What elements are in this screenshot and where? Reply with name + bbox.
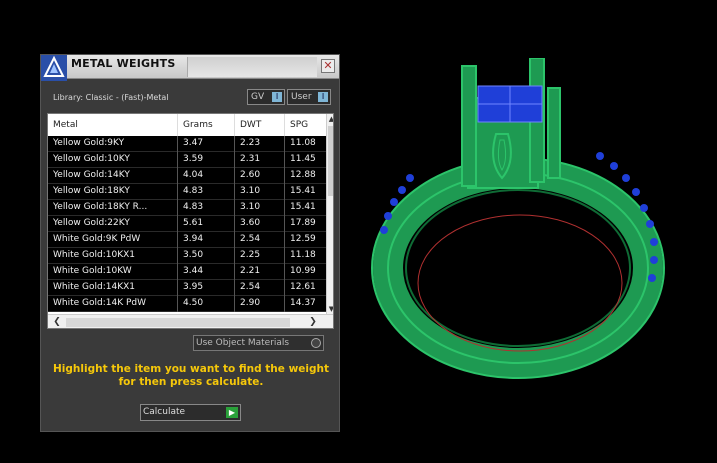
cell-dwt: 2.54 bbox=[235, 280, 285, 296]
cell-metal: White Gold:14KX1 bbox=[48, 280, 178, 296]
close-icon[interactable]: ✕ bbox=[321, 59, 335, 73]
table-row[interactable]: Yellow Gold:10KY 3.59 2.31 11.45 bbox=[48, 152, 333, 168]
cell-grams: 4.83 bbox=[178, 184, 235, 200]
cell-dwt: 2.54 bbox=[235, 232, 285, 248]
cell-metal: Yellow Gold:10KY bbox=[48, 152, 178, 168]
cell-dwt: 2.31 bbox=[235, 152, 285, 168]
table-row[interactable]: Yellow Gold:14KY 4.04 2.60 12.88 bbox=[48, 168, 333, 184]
table-row[interactable]: Yellow Gold:22KY 5.61 3.60 17.89 bbox=[48, 216, 333, 232]
play-icon: ▶ bbox=[226, 407, 238, 418]
column-header-metal[interactable]: Metal bbox=[48, 114, 178, 136]
gv-indicator-icon: I bbox=[272, 92, 282, 102]
user-label: User bbox=[291, 92, 312, 102]
table-row[interactable]: White Gold:10KW 3.44 2.21 10.99 bbox=[48, 264, 333, 280]
cell-metal: Yellow Gold:14KY bbox=[48, 168, 178, 184]
calculate-button[interactable]: Calculate ▶ bbox=[140, 404, 241, 421]
cell-dwt: 3.10 bbox=[235, 184, 285, 200]
use-object-materials-toggle[interactable]: Use Object Materials bbox=[193, 335, 324, 351]
table-row[interactable]: Yellow Gold:9KY 3.47 2.23 11.08 bbox=[48, 136, 333, 152]
panel-title: METAL WEIGHTS bbox=[71, 57, 176, 70]
cell-metal: White Gold:10KW bbox=[48, 264, 178, 280]
cell-spg: 15.41 bbox=[285, 184, 327, 200]
cell-grams: 3.59 bbox=[178, 152, 235, 168]
cell-grams: 4.04 bbox=[178, 168, 235, 184]
cell-metal: Yellow Gold:18KY bbox=[48, 184, 178, 200]
cell-metal: Yellow Gold:9KY bbox=[48, 136, 178, 152]
ring-shank bbox=[371, 157, 665, 379]
table-row[interactable]: Yellow Gold:18KY R... 4.83 3.10 15.41 bbox=[48, 200, 333, 216]
table-row[interactable]: Yellow Gold:18KY 4.83 3.10 15.41 bbox=[48, 184, 333, 200]
titlebar-strip bbox=[187, 57, 317, 77]
cell-spg: 12.59 bbox=[285, 232, 327, 248]
cell-grams: 3.95 bbox=[178, 280, 235, 296]
scroll-right-icon[interactable]: ❯ bbox=[306, 315, 320, 328]
cell-spg: 12.61 bbox=[285, 280, 327, 296]
column-header-dwt[interactable]: DWT bbox=[235, 114, 285, 136]
table-header: Metal Grams DWT SPG bbox=[48, 114, 333, 136]
cell-grams: 3.47 bbox=[178, 136, 235, 152]
cell-grams: 3.94 bbox=[178, 232, 235, 248]
cell-spg: 15.41 bbox=[285, 200, 327, 216]
vertical-scroll-thumb[interactable] bbox=[328, 126, 333, 196]
cell-spg: 10.99 bbox=[285, 264, 327, 280]
cell-dwt: 2.23 bbox=[235, 136, 285, 152]
cell-spg: 11.18 bbox=[285, 248, 327, 264]
cell-dwt: 3.60 bbox=[235, 216, 285, 232]
cell-metal: White Gold:9K PdW bbox=[48, 232, 178, 248]
panel-titlebar[interactable]: METAL WEIGHTS ✕ bbox=[41, 55, 339, 81]
scroll-left-icon[interactable]: ❮ bbox=[50, 315, 64, 328]
cell-grams: 4.50 bbox=[178, 296, 235, 312]
ring-model[interactable] bbox=[370, 58, 670, 388]
cell-spg: 14.37 bbox=[285, 296, 327, 312]
table-body: Yellow Gold:9KY 3.47 2.23 11.08 Yellow G… bbox=[48, 136, 333, 312]
cell-dwt: 3.10 bbox=[235, 200, 285, 216]
table-row[interactable]: White Gold:14K PdW 4.50 2.90 14.37 bbox=[48, 296, 333, 312]
calculate-label: Calculate bbox=[143, 407, 186, 417]
cell-metal: White Gold:10KX1 bbox=[48, 248, 178, 264]
instruction-text: Highlight the item you want to find the … bbox=[53, 363, 329, 388]
metal-weights-panel: METAL WEIGHTS ✕ Library: Classic - (Fast… bbox=[40, 54, 340, 432]
table-row[interactable]: White Gold:9K PdW 3.94 2.54 12.59 bbox=[48, 232, 333, 248]
scroll-down-icon[interactable]: ▼ bbox=[327, 304, 333, 314]
vertical-scrollbar[interactable]: ▲ ▼ bbox=[326, 114, 333, 314]
cell-metal: Yellow Gold:22KY bbox=[48, 216, 178, 232]
cell-spg: 11.45 bbox=[285, 152, 327, 168]
scroll-up-icon[interactable]: ▲ bbox=[327, 114, 333, 124]
cell-metal: White Gold:14K PdW bbox=[48, 296, 178, 312]
cell-grams: 5.61 bbox=[178, 216, 235, 232]
cell-grams: 4.83 bbox=[178, 200, 235, 216]
library-label: Library: Classic - (Fast)-Metal bbox=[53, 93, 169, 102]
table-row[interactable]: White Gold:14KX1 3.95 2.54 12.61 bbox=[48, 280, 333, 296]
user-indicator-icon: I bbox=[318, 92, 328, 102]
metal-table: Metal Grams DWT SPG Yellow Gold:9KY 3.47… bbox=[47, 113, 334, 329]
column-header-grams[interactable]: Grams bbox=[178, 114, 235, 136]
cell-dwt: 2.21 bbox=[235, 264, 285, 280]
user-toggle[interactable]: User I bbox=[287, 89, 331, 105]
cell-dwt: 2.60 bbox=[235, 168, 285, 184]
cell-spg: 17.89 bbox=[285, 216, 327, 232]
toggle-indicator-icon bbox=[311, 338, 321, 348]
cell-dwt: 2.90 bbox=[235, 296, 285, 312]
cell-grams: 3.50 bbox=[178, 248, 235, 264]
cell-metal: Yellow Gold:18KY R... bbox=[48, 200, 178, 216]
gv-label: GV bbox=[251, 92, 265, 102]
gv-toggle[interactable]: GV I bbox=[247, 89, 285, 105]
table-row[interactable]: White Gold:10KX1 3.50 2.25 11.18 bbox=[48, 248, 333, 264]
cell-spg: 12.88 bbox=[285, 168, 327, 184]
cell-spg: 11.08 bbox=[285, 136, 327, 152]
app-logo-icon bbox=[41, 55, 67, 81]
horizontal-scroll-thumb[interactable] bbox=[66, 318, 290, 327]
cell-grams: 3.44 bbox=[178, 264, 235, 280]
cad-viewport[interactable]: METAL WEIGHTS ✕ Library: Classic - (Fast… bbox=[0, 0, 717, 463]
cell-dwt: 2.25 bbox=[235, 248, 285, 264]
use-object-materials-label: Use Object Materials bbox=[196, 338, 290, 348]
horizontal-scrollbar[interactable]: ❮ ❯ bbox=[48, 314, 333, 328]
column-header-spg[interactable]: SPG bbox=[285, 114, 327, 136]
